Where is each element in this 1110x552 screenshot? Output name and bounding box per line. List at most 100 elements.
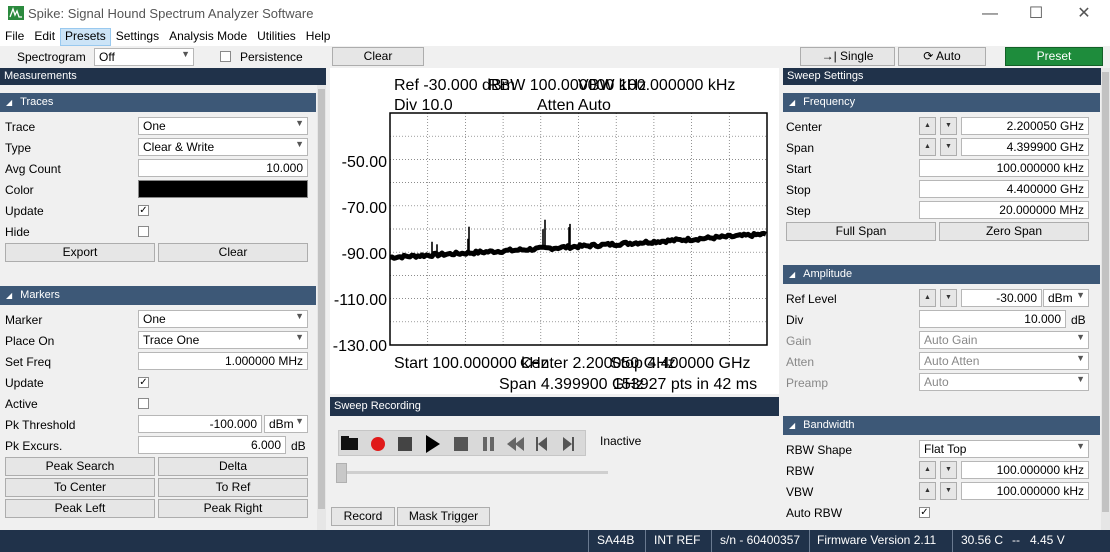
marker-update-checkbox[interactable]: ✓ [138,377,149,388]
place-on-select[interactable]: Trace One ▼ [138,331,308,349]
stop-icon[interactable] [398,437,412,451]
start-field[interactable]: 100.000000 kHz [919,159,1089,177]
export-button[interactable]: Export [5,243,155,262]
skip-back-icon[interactable] [536,437,547,451]
auto-rbw-checkbox[interactable]: ✓ [919,507,930,518]
vbw-up-icon[interactable]: ▲ [919,482,936,500]
pause-icon[interactable] [483,437,494,451]
clear-plot-button[interactable]: Clear [332,47,424,66]
close-icon[interactable]: ✕ [1074,4,1094,24]
span-field[interactable]: 4.399900 GHz [961,138,1089,156]
set-freq-label: Set Freq [5,355,52,369]
zero-span-button[interactable]: Zero Span [939,222,1089,241]
recording-slider-handle[interactable] [336,463,347,483]
vbw-label: VBW [786,485,814,499]
trace-color-swatch[interactable] [138,180,308,198]
span-down-icon[interactable]: ▼ [940,138,957,156]
bandwidth-group-header[interactable]: ◢ Bandwidth [783,416,1100,435]
preamp-value: Auto [924,375,949,389]
vbw-down-icon[interactable]: ▼ [940,482,957,500]
div-field[interactable]: 10.000 [919,310,1066,328]
persistence-checkbox[interactable] [220,51,231,62]
minimize-icon[interactable]: — [980,4,1000,24]
atten-value: Auto Atten [924,354,980,368]
menu-analysis-mode[interactable]: Analysis Mode [164,28,252,46]
left-scrollbar-thumb[interactable] [318,89,325,509]
amplitude-group-header[interactable]: ◢ Amplitude [783,265,1100,284]
spectrogram-select[interactable]: Off ▼ [94,48,194,66]
stop-field[interactable]: 4.400000 GHz [919,180,1089,198]
traces-group-header[interactable]: ◢ Traces [0,93,316,112]
ref-level-unit-select[interactable]: dBm ▼ [1043,289,1089,307]
center-up-icon[interactable]: ▲ [919,117,936,135]
amplitude-title: Amplitude [803,268,853,280]
center-down-icon[interactable]: ▼ [940,117,957,135]
peak-right-button[interactable]: Peak Right [158,499,308,518]
ref-level-up-icon[interactable]: ▲ [919,289,936,307]
to-center-button[interactable]: To Center [5,478,155,497]
skip-forward-icon[interactable] [563,437,574,451]
record-tab[interactable]: Record [331,507,395,526]
preset-button[interactable]: Preset [1005,47,1103,66]
auto-sweep-button[interactable]: ⟳ Auto [898,47,986,66]
rewind-icon[interactable] [507,437,524,451]
rbw-up-icon[interactable]: ▲ [919,461,936,479]
menu-file[interactable]: File [0,28,29,46]
ref-level-down-icon[interactable]: ▼ [940,289,957,307]
gain-select[interactable]: Auto Gain ▼ [919,331,1089,349]
pk-excurs-field[interactable]: 6.000 [138,436,286,454]
pk-threshold-field[interactable]: -100.000 [138,415,262,433]
trace-clear-button[interactable]: Clear [158,243,308,262]
frequency-title: Frequency [803,96,856,108]
record-icon[interactable] [371,437,385,451]
maximize-icon[interactable]: ☐ [1026,4,1046,24]
peak-left-button[interactable]: Peak Left [5,499,155,518]
marker-select[interactable]: One ▼ [138,310,308,328]
rbw-down-icon[interactable]: ▼ [940,461,957,479]
trace-select[interactable]: One ▼ [138,117,308,135]
spectrum-plot[interactable]: Ref -30.000 dBm RBW 100.000000 kHz VBW 1… [330,68,779,394]
menu-help[interactable]: Help [301,28,336,46]
menu-edit[interactable]: Edit [29,28,60,46]
markers-group-header[interactable]: ◢ Markers [0,286,316,305]
app-logo-icon [8,6,24,20]
full-span-button[interactable]: Full Span [786,222,936,241]
delta-button[interactable]: Delta [158,457,308,476]
atten-select[interactable]: Auto Atten ▼ [919,352,1089,370]
trace-hide-checkbox[interactable] [138,226,149,237]
vbw-field[interactable]: 100.000000 kHz [961,482,1089,500]
stop-playback-icon[interactable] [454,437,468,451]
avg-count-field[interactable]: 10.000 [138,159,308,177]
chevron-down-icon: ▼ [1076,374,1085,384]
right-scrollbar[interactable] [1101,68,1110,530]
step-field[interactable]: 20.000000 MHz [919,201,1089,219]
play-icon[interactable] [426,435,440,453]
ref-level-field[interactable]: -30.000 [961,289,1042,307]
menu-presets[interactable]: Presets [60,28,111,46]
single-sweep-button[interactable]: →| Single [800,47,895,66]
set-freq-field[interactable]: 1.000000 MHz [138,352,308,370]
preamp-select[interactable]: Auto ▼ [919,373,1089,391]
spectrum-trace [389,230,767,261]
right-scrollbar-thumb[interactable] [1102,72,1109,512]
pk-threshold-unit-select[interactable]: dBm ▼ [264,415,308,433]
folder-icon[interactable] [341,436,358,450]
gain-label: Gain [786,334,812,348]
span-up-icon[interactable]: ▲ [919,138,936,156]
peak-search-button[interactable]: Peak Search [5,457,155,476]
to-ref-button[interactable]: To Ref [158,478,308,497]
recording-slider-track[interactable] [336,471,608,474]
menu-utilities[interactable]: Utilities [252,28,301,46]
place-on-label: Place On [5,334,55,348]
center-field[interactable]: 2.200050 GHz [961,117,1089,135]
frequency-group-header[interactable]: ◢ Frequency [783,93,1100,112]
mask-trigger-tab[interactable]: Mask Trigger [397,507,490,526]
rbw-shape-select[interactable]: Flat Top ▼ [919,440,1089,458]
type-select[interactable]: Clear & Write ▼ [138,138,308,156]
trace-update-checkbox[interactable]: ✓ [138,205,149,216]
menu-settings[interactable]: Settings [111,28,164,46]
status-separator [588,530,589,552]
rbw-field[interactable]: 100.000000 kHz [961,461,1089,479]
marker-active-checkbox[interactable] [138,398,149,409]
left-scrollbar[interactable] [317,85,326,530]
